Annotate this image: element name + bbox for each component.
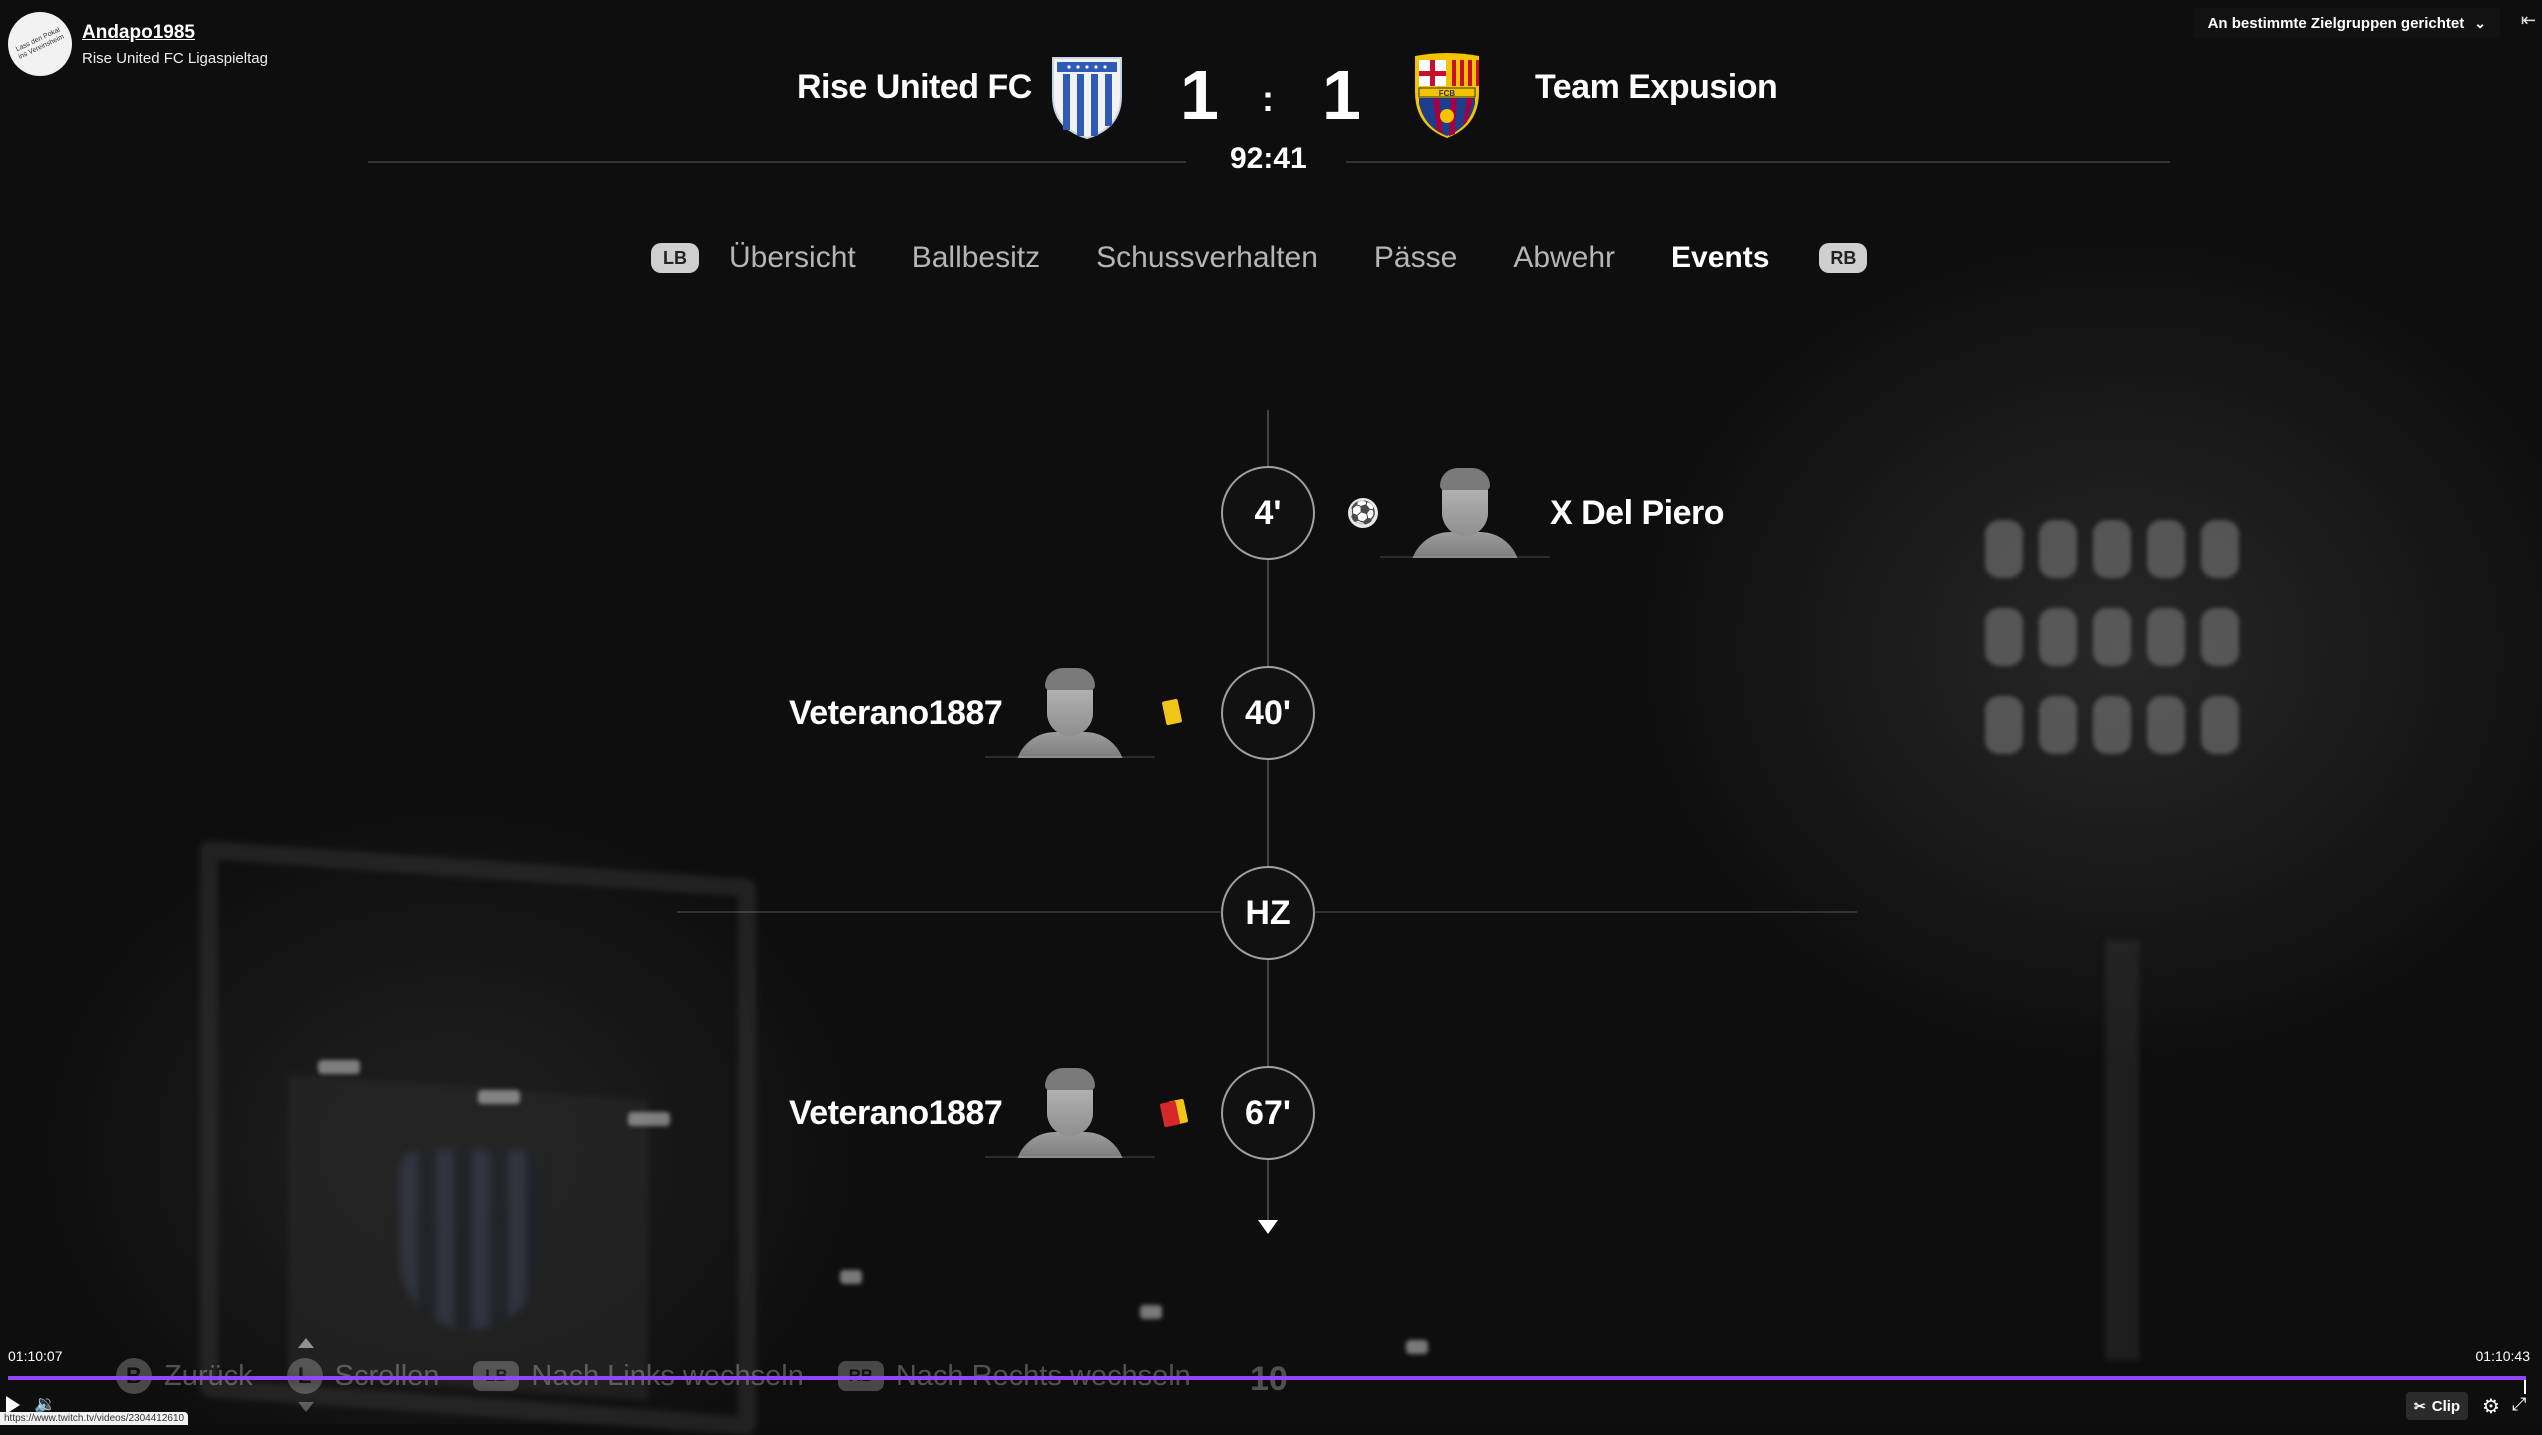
total-time: 01:10:43 — [2475, 1348, 2531, 1364]
player-avatar — [1380, 466, 1550, 558]
score-separator: : — [1262, 78, 1274, 119]
background-lamp — [628, 1112, 670, 1126]
tab-passes[interactable]: Pässe — [1374, 241, 1457, 275]
event-minute: 40' — [1221, 666, 1315, 760]
scoreboard-divider-right — [1346, 161, 2170, 163]
scroll-down-hint-icon — [298, 1402, 314, 1412]
channel-avatar[interactable]: Lass den Pokal ins Vereinsheim — [8, 12, 72, 76]
floodlights — [1985, 520, 2241, 754]
clip-label: Clip — [2431, 1397, 2461, 1415]
scoreboard-divider-left — [368, 161, 1186, 163]
home-team-name: Rise United FC — [797, 68, 1032, 106]
tab-shooting[interactable]: Schussverhalten — [1096, 241, 1318, 275]
status-url: https://www.twitch.tv/videos/2304412610 — [0, 1412, 189, 1425]
seek-handle[interactable] — [2524, 1380, 2526, 1394]
event-player-name: Veterano1887 — [789, 694, 1003, 732]
player-avatar — [985, 666, 1155, 758]
chevron-down-icon: ⌄ — [2474, 14, 2486, 31]
rb-button-icon[interactable]: RB — [1819, 243, 1868, 273]
seek-bar[interactable] — [8, 1376, 2526, 1380]
event-minute: 67' — [1221, 1066, 1315, 1160]
background-lamp — [318, 1060, 360, 1074]
fullscreen-exit-icon[interactable]: ⤢ — [2512, 1394, 2526, 1415]
tab-defense[interactable]: Abwehr — [1513, 241, 1615, 275]
home-team-crest-icon — [1052, 57, 1122, 140]
away-score: 1 — [1322, 56, 1361, 134]
tab-overview[interactable]: Übersicht — [729, 241, 856, 275]
stream-title: Rise United FC Ligaspieltag — [82, 49, 268, 67]
tab-possession[interactable]: Ballbesitz — [912, 241, 1040, 275]
soccer-ball-icon: ⚽ — [1348, 498, 1378, 528]
halftime-marker: HZ — [1221, 866, 1315, 960]
tab-events[interactable]: Events — [1671, 241, 1769, 275]
event-player-name: X Del Piero — [1550, 494, 1725, 532]
channel-info: Lass den Pokal ins Vereinsheim Andapo198… — [8, 12, 268, 76]
player-avatar — [985, 1066, 1155, 1158]
event-player-name: Veterano1887 — [789, 1094, 1003, 1132]
clip-icon: ✂ — [2414, 1397, 2426, 1414]
background-lamp — [478, 1090, 520, 1104]
channel-name[interactable]: Andapo1985 — [82, 22, 268, 44]
floodlight-pole — [2105, 940, 2139, 1360]
collapse-icon[interactable]: ⇤ — [2521, 10, 2536, 31]
background-crest — [400, 1150, 540, 1330]
scroll-up-hint-icon — [298, 1338, 314, 1348]
audience-label: An bestimmte Zielgruppen gerichtet — [2207, 14, 2465, 32]
match-clock: 92:41 — [1230, 142, 1307, 175]
gear-icon[interactable]: ⚙ — [2482, 1394, 2500, 1419]
background-lamp — [840, 1270, 862, 1284]
away-team-name: Team Expusion — [1535, 68, 1778, 106]
away-team-crest-icon: FCB — [1415, 53, 1479, 138]
event-minute: 4' — [1221, 466, 1315, 560]
stats-tab-bar: LB Übersicht Ballbesitz Schussverhalten … — [651, 238, 1868, 278]
audience-dropdown[interactable]: An bestimmte Zielgruppen gerichtet ⌄ — [2193, 8, 2500, 38]
lb-button-icon[interactable]: LB — [651, 243, 699, 273]
current-time: 01:10:07 — [8, 1348, 63, 1364]
background-screen — [200, 840, 756, 1435]
home-score: 1 — [1180, 56, 1219, 134]
background-lamp — [1140, 1305, 1162, 1319]
background-lamp — [1406, 1340, 1428, 1354]
clip-button[interactable]: ✂ Clip — [2406, 1392, 2469, 1420]
scroll-down-icon[interactable] — [1258, 1220, 1278, 1234]
svg-text:FCB: FCB — [1439, 89, 1456, 98]
